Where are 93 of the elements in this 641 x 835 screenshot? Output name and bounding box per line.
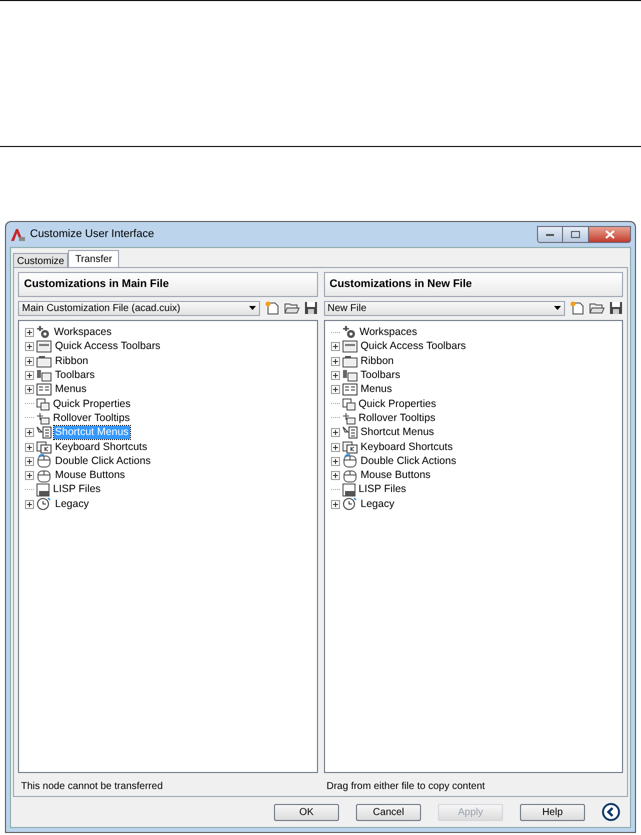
window-title: Customize User Interface — [30, 227, 154, 242]
toolbar-icon — [36, 369, 52, 382]
cursor-menu-icon — [342, 426, 358, 440]
tree-item[interactable]: Workspaces — [358, 326, 418, 340]
tree-item[interactable]: Double Click Actions — [54, 454, 152, 468]
mouse-icon — [342, 454, 358, 468]
tree-item[interactable]: Mouse Buttons — [54, 469, 126, 482]
tab[interactable]: Customize — [13, 253, 68, 267]
tree-item[interactable]: Mouse Buttons — [360, 469, 432, 482]
expand-icon[interactable] — [330, 500, 340, 509]
tree-item[interactable]: Keyboard Shortcuts — [54, 440, 148, 454]
expand-icon[interactable] — [25, 500, 34, 509]
expand-icon[interactable] — [330, 371, 340, 380]
expand-icon[interactable] — [25, 471, 34, 480]
maximize-button[interactable] — [563, 226, 588, 243]
panel-icon — [342, 354, 358, 368]
tree-item[interactable]: Rollover Tooltips — [52, 412, 131, 425]
expand-icon[interactable] — [25, 342, 34, 352]
expand-icon[interactable] — [330, 356, 340, 366]
window-icon — [36, 340, 52, 354]
tree-item[interactable]: Menus — [360, 383, 394, 396]
file-icon — [36, 482, 50, 497]
tree-item[interactable]: Rollover Tooltips — [358, 412, 436, 425]
tree-item[interactable]: Ribbon — [54, 354, 90, 368]
expand-icon[interactable] — [25, 442, 34, 452]
dropdown-arrow-icon — [554, 306, 561, 310]
tree-item[interactable]: Keyboard Shortcuts — [360, 440, 454, 454]
tree-item[interactable]: Menus — [54, 383, 88, 396]
expand-icon[interactable] — [25, 356, 34, 366]
expand-icon[interactable] — [25, 428, 34, 438]
dialog-button[interactable]: Cancel — [356, 804, 421, 820]
dropdown-arrow-icon — [248, 306, 256, 310]
file-dropdown[interactable]: Main Customization File (acad.cuix) — [18, 300, 260, 316]
tree-item[interactable]: Quick Access Toolbars — [360, 340, 467, 354]
window-icon — [342, 340, 358, 354]
tree-item[interactable]: LISP Files — [358, 483, 408, 496]
keyboard-icon — [342, 440, 358, 454]
expand-icon[interactable] — [330, 385, 340, 394]
expand-icon[interactable] — [25, 456, 34, 466]
tab[interactable]: Transfer — [68, 250, 120, 267]
mouse-icon — [36, 468, 52, 483]
tree-item[interactable]: Shortcut Menus — [360, 426, 436, 440]
keyboard-icon — [36, 440, 52, 454]
clock-icon — [36, 497, 52, 512]
dialog-button[interactable]: OK — [274, 804, 339, 820]
tree-item[interactable]: Toolbars — [54, 369, 96, 382]
file-icon — [342, 482, 356, 497]
app-logo-icon — [10, 228, 26, 242]
tree-item[interactable]: LISP Files — [52, 483, 102, 496]
status-text: This node cannot be transferred — [20, 780, 164, 794]
dialog-button[interactable]: Help — [520, 804, 585, 820]
folder-icon[interactable] — [284, 301, 300, 315]
mouse-icon — [342, 468, 358, 483]
tree-item[interactable]: Quick Properties — [52, 398, 132, 411]
properties-icon — [342, 398, 356, 411]
panel-icon — [36, 354, 52, 368]
tooltip-icon — [342, 412, 356, 425]
tree-item[interactable]: Toolbars — [360, 369, 402, 382]
minimize-button[interactable] — [537, 226, 563, 243]
tooltip-icon — [36, 412, 50, 425]
save-icon[interactable] — [304, 301, 318, 315]
expand-icon[interactable] — [25, 385, 34, 394]
close-button[interactable] — [588, 226, 631, 243]
section-header: Customizations in New File — [324, 272, 623, 296]
tree-item[interactable]: Quick Properties — [358, 398, 438, 411]
mouse-icon — [36, 454, 52, 468]
tree-item[interactable]: Workspaces — [53, 326, 113, 340]
tree-item[interactable]: Quick Access Toolbars — [54, 340, 162, 354]
expand-icon[interactable] — [330, 471, 340, 480]
save-icon[interactable] — [609, 301, 623, 315]
new-file-icon[interactable] — [264, 301, 280, 315]
tree-item[interactable]: Legacy — [54, 498, 90, 511]
folder-icon[interactable] — [589, 301, 605, 315]
expand-icon[interactable] — [330, 456, 340, 466]
menu-icon — [342, 383, 358, 396]
expand-icon[interactable] — [25, 328, 34, 338]
menu-icon — [36, 383, 52, 396]
tree-item[interactable]: Double Click Actions — [360, 454, 458, 468]
file-dropdown[interactable]: New File — [324, 300, 565, 316]
tree-item[interactable]: Ribbon — [360, 354, 395, 368]
expand-icon[interactable] — [330, 442, 340, 452]
properties-icon — [36, 398, 50, 411]
status-text: Drag from either file to copy content — [326, 780, 486, 794]
expand-icon[interactable] — [330, 428, 340, 438]
tree-item[interactable]: Legacy — [360, 498, 396, 511]
cursor-menu-icon — [36, 426, 52, 440]
toolbar-icon — [342, 369, 358, 382]
section-header: Customizations in Main File — [18, 272, 318, 296]
expand-icon[interactable] — [330, 342, 340, 352]
clock-icon — [342, 497, 358, 512]
expand-icon[interactable] — [25, 371, 34, 380]
new-file-icon[interactable] — [569, 301, 585, 315]
close-icon — [604, 230, 614, 239]
